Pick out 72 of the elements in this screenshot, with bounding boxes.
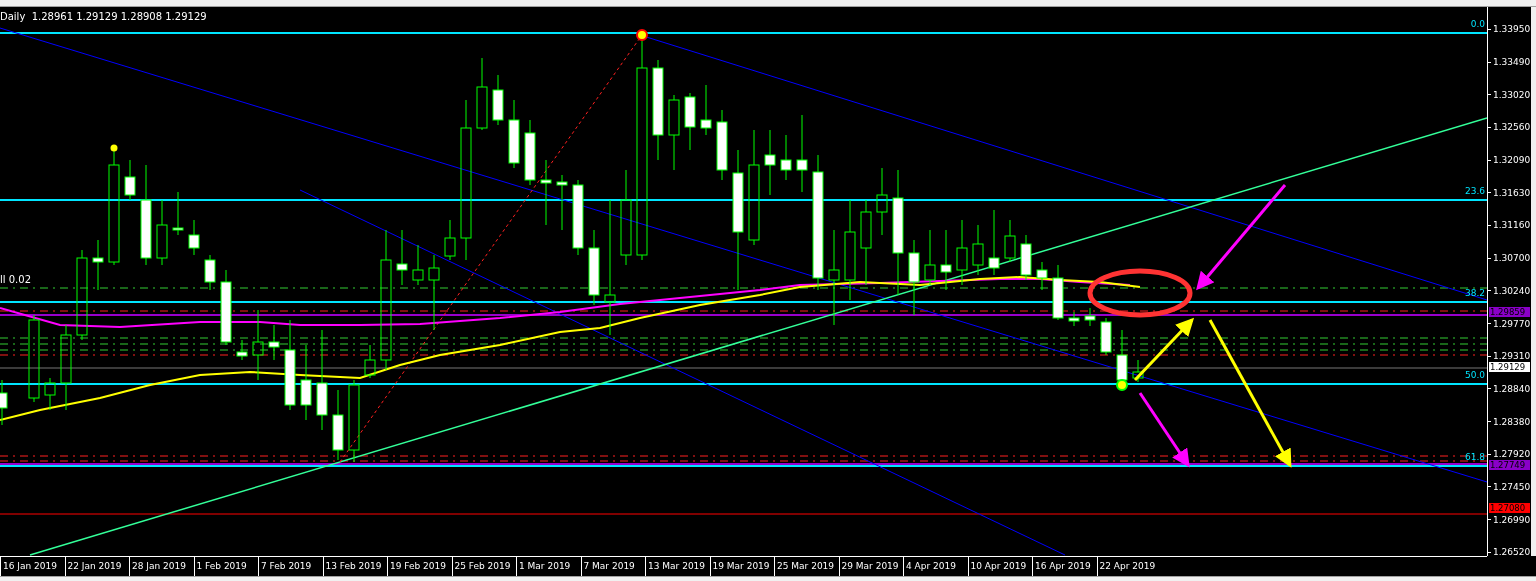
- fibonacci-label: 50.0: [1464, 370, 1485, 380]
- candlestick: [364, 344, 376, 379]
- candlestick: [1100, 317, 1112, 356]
- candlestick: [700, 84, 712, 136]
- candlestick: [332, 389, 344, 461]
- candlestick: [1004, 219, 1016, 263]
- price-axis-label: 1.28380: [1493, 416, 1531, 427]
- price-axis-label: 1.29770: [1493, 318, 1531, 329]
- price-axis-label: 1.33020: [1493, 89, 1531, 100]
- candlestick: [556, 174, 568, 231]
- candlestick: [924, 229, 936, 286]
- candlestick: [188, 219, 200, 256]
- candlestick: [1052, 264, 1064, 321]
- marker-dot-icon: [110, 144, 118, 152]
- price-axis-label: 1.28840: [1493, 383, 1531, 394]
- candlestick: [172, 191, 184, 236]
- indicator-label: ll 0.02: [0, 274, 31, 285]
- candlestick: [956, 219, 968, 286]
- price-axis-label: 1.26990: [1493, 514, 1531, 525]
- fibonacci-label: 61.8: [1464, 452, 1485, 462]
- candlestick: [508, 99, 520, 169]
- candlestick: [1084, 307, 1096, 327]
- fibonacci-label: 0.0: [1470, 19, 1485, 29]
- candlestick: [684, 92, 696, 151]
- price-axis-label: 1.31630: [1493, 187, 1531, 198]
- candlestick: [940, 229, 952, 291]
- price-axis-label: 1.32560: [1493, 122, 1531, 133]
- candlestick: [92, 239, 104, 291]
- candlestick: [1068, 311, 1080, 327]
- candlestick: [444, 219, 456, 261]
- price-axis-label: 1.31160: [1493, 220, 1531, 231]
- price-axis-label: 1.33950: [1493, 24, 1531, 35]
- candlestick: [412, 244, 424, 286]
- price-tag: 1.29859: [1489, 307, 1530, 317]
- candlestick: [268, 324, 280, 361]
- candlestick: [540, 159, 552, 226]
- fibonacci-label: 38.2: [1464, 288, 1485, 298]
- price-axis-label: 1.29310: [1493, 351, 1531, 362]
- chart-header: Daily 1.28961 1.29129 1.28908 1.29129: [0, 11, 207, 22]
- marker-dot-icon: [1116, 379, 1128, 391]
- price-axis-label: 1.30700: [1493, 253, 1531, 264]
- candlestick: [236, 339, 248, 361]
- candlestick: [780, 134, 792, 181]
- marker-dot-icon: [636, 29, 648, 41]
- arrow: [1133, 317, 1195, 382]
- price-tag: 1.27749: [1489, 460, 1530, 470]
- candlestick: [764, 129, 776, 196]
- price-axis-label: 1.27450: [1493, 481, 1531, 492]
- candlestick: [204, 254, 216, 291]
- candlestick: [396, 229, 408, 286]
- candlestick: [1132, 359, 1144, 383]
- candlestick: [988, 209, 1000, 276]
- fibonacci-label: 23.6: [1464, 186, 1485, 196]
- price-axis-label: 1.32090: [1493, 155, 1531, 166]
- price-axis-label: 1.26520: [1493, 547, 1531, 558]
- candlestick: [156, 199, 168, 266]
- candlestick: [1020, 234, 1032, 281]
- price-axis-label: 1.33490: [1493, 57, 1531, 68]
- candlestick: [124, 159, 136, 201]
- candlestick: [44, 377, 56, 411]
- candlestick: [972, 224, 984, 276]
- candlestick: [492, 74, 504, 126]
- candlestick: [716, 109, 728, 181]
- price-axis-label: 1.27920: [1493, 449, 1531, 460]
- candlestick: [0, 379, 8, 426]
- price-tag: 1.27080: [1489, 503, 1530, 513]
- price-tag: 1.29129: [1489, 362, 1530, 372]
- candlestick: [524, 119, 536, 186]
- candlestick: [876, 167, 888, 236]
- price-axis-label: 1.30240: [1493, 285, 1531, 296]
- candlestick: [252, 309, 264, 381]
- candlestick: [1036, 261, 1048, 291]
